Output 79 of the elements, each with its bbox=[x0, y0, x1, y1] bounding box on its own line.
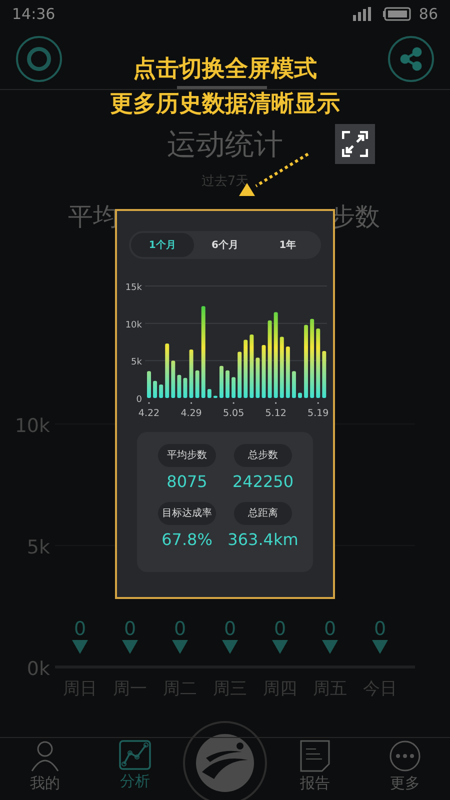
bar bbox=[322, 350, 326, 398]
bar bbox=[256, 358, 260, 398]
fullscreen-icon bbox=[342, 131, 368, 157]
value-label: 0 bbox=[124, 618, 136, 640]
stat-label: 平均步数 bbox=[158, 444, 216, 467]
status-time: 14:36 bbox=[12, 4, 56, 25]
bar bbox=[262, 344, 266, 398]
marker-icon bbox=[172, 640, 188, 654]
bar bbox=[153, 380, 158, 398]
nav-tab[interactable]: 更多 bbox=[360, 738, 450, 800]
section-title: 运动统计 bbox=[167, 126, 283, 163]
bar bbox=[250, 334, 254, 398]
bar bbox=[183, 378, 188, 398]
axis-label: 5.05 bbox=[222, 408, 244, 419]
axis-label: 0 bbox=[136, 395, 142, 405]
axis-label: 5k bbox=[131, 358, 142, 368]
bar bbox=[159, 384, 164, 398]
bar bbox=[147, 371, 151, 398]
range-tab[interactable]: 1年 bbox=[256, 233, 320, 257]
share-icon bbox=[399, 46, 423, 70]
bar bbox=[316, 328, 320, 398]
bar bbox=[171, 360, 176, 398]
value-label: 0 bbox=[74, 618, 86, 640]
marker-icon bbox=[72, 640, 88, 654]
nav-tab[interactable]: 报告 bbox=[270, 738, 360, 800]
stat-value: 242250 bbox=[231, 471, 295, 493]
stat-value: 363.4km bbox=[226, 529, 300, 551]
axis-label: 5.12 bbox=[265, 408, 286, 419]
stat-value: 8075 bbox=[166, 471, 208, 493]
bar bbox=[213, 396, 218, 398]
bar bbox=[292, 371, 296, 398]
axis-label: 5.19 bbox=[308, 408, 329, 419]
bar bbox=[232, 377, 236, 398]
bar bbox=[207, 389, 212, 398]
value-label: 0 bbox=[224, 618, 236, 640]
value-label: 0 bbox=[174, 618, 186, 640]
hint-text: 点击切换全屏模式 bbox=[133, 55, 317, 84]
value-label: 0 bbox=[274, 618, 286, 640]
battery-icon bbox=[382, 7, 411, 21]
bar bbox=[226, 370, 230, 398]
value-label: 0 bbox=[374, 618, 386, 640]
document-icon bbox=[300, 740, 330, 772]
chart-icon bbox=[119, 740, 151, 770]
stat-value: 67.8% bbox=[160, 529, 214, 551]
axis-label: 4.29 bbox=[180, 408, 202, 419]
bar bbox=[244, 340, 248, 398]
share-button[interactable] bbox=[388, 36, 434, 82]
bar bbox=[238, 352, 242, 398]
bar bbox=[280, 336, 284, 398]
axis-label: 4.22 bbox=[138, 408, 160, 419]
bar bbox=[177, 374, 182, 398]
more-icon bbox=[389, 740, 421, 772]
logo-icon bbox=[196, 734, 254, 792]
bar bbox=[195, 370, 200, 398]
bar bbox=[298, 392, 302, 398]
marker-icon bbox=[322, 640, 338, 654]
hint-text: 更多历史数据清晰显示 bbox=[110, 90, 340, 119]
bar bbox=[165, 344, 170, 398]
range-tab[interactable]: 6个月 bbox=[194, 233, 256, 257]
bar bbox=[189, 349, 194, 398]
marker-icon bbox=[122, 640, 138, 654]
bar bbox=[219, 366, 224, 398]
marker-icon bbox=[272, 640, 288, 654]
axis-label: 15k bbox=[125, 283, 142, 293]
stat-label: 总距离 bbox=[234, 502, 292, 525]
nav-tab[interactable]: 我的 bbox=[0, 738, 90, 800]
stat-label: 目标达成率 bbox=[158, 502, 216, 525]
refresh-button[interactable] bbox=[16, 36, 62, 82]
nav-tab[interactable]: 分析 bbox=[90, 738, 180, 800]
person-icon bbox=[30, 740, 60, 772]
value-label: 0 bbox=[324, 618, 336, 640]
marker-icon bbox=[372, 640, 388, 654]
axis-label: 10k bbox=[125, 320, 142, 330]
range-tab[interactable]: 1个月 bbox=[131, 233, 194, 257]
marker-icon bbox=[222, 640, 238, 654]
fullscreen-button[interactable] bbox=[335, 124, 375, 164]
bar bbox=[286, 346, 290, 398]
battery-level: 86 bbox=[418, 4, 438, 25]
stat-label: 总步数 bbox=[234, 444, 292, 467]
